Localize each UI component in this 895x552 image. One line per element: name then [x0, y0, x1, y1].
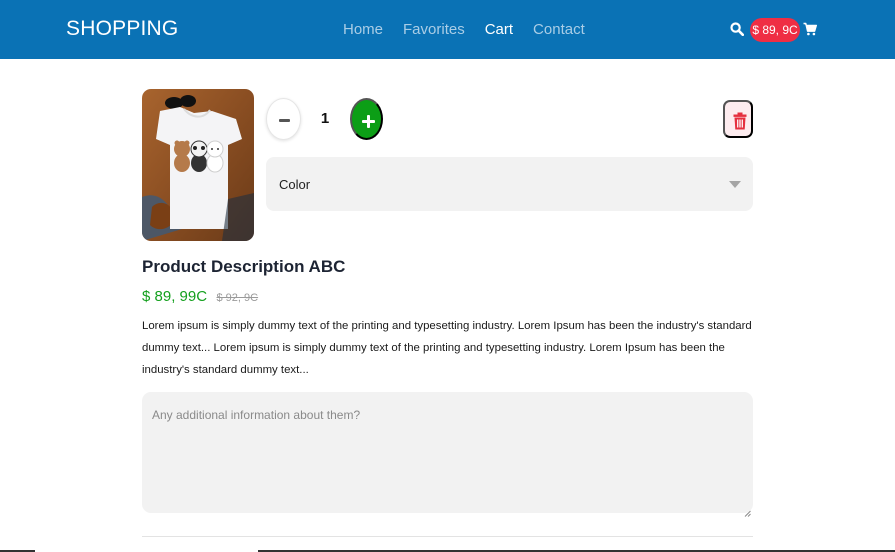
search-icon[interactable] [730, 22, 745, 37]
section-divider [142, 536, 753, 537]
quantity-value: 1 [320, 110, 330, 127]
price-row: $ 89, 99C $ 92, 9C [142, 288, 258, 306]
color-select-value: Color [279, 177, 311, 192]
additional-info-textarea[interactable] [142, 392, 753, 513]
increase-quantity-button[interactable] [350, 98, 383, 140]
nav-favorites[interactable]: Favorites [403, 21, 465, 38]
resize-handle-icon[interactable] [744, 504, 751, 522]
decrease-quantity-button[interactable] [266, 98, 301, 140]
product-image [142, 89, 254, 241]
main-nav: Home Favorites Cart Contact [343, 21, 585, 38]
product-description: Lorem ipsum is simply dummy text of the … [142, 320, 752, 376]
current-price: $ 89, 99C [142, 288, 208, 305]
caret-down-icon [729, 181, 741, 188]
top-navbar: SHOPPING Home Favorites Cart Contact $ 8… [0, 0, 895, 59]
nav-home[interactable]: Home [343, 21, 383, 38]
delete-item-button[interactable] [723, 100, 753, 138]
product-title: Product Description ABC [142, 257, 346, 276]
brand-logo[interactable]: SHOPPING [66, 17, 178, 41]
original-price: $ 92, 9C [216, 292, 259, 304]
color-select[interactable]: Color [266, 157, 753, 211]
nav-contact[interactable]: Contact [533, 21, 585, 38]
shopping-cart-icon[interactable] [803, 22, 817, 36]
nav-cart[interactable]: Cart [485, 21, 513, 38]
cart-total-badge[interactable]: $ 89, 9C [750, 18, 800, 42]
minus-icon [279, 119, 290, 122]
trash-icon [733, 112, 747, 130]
